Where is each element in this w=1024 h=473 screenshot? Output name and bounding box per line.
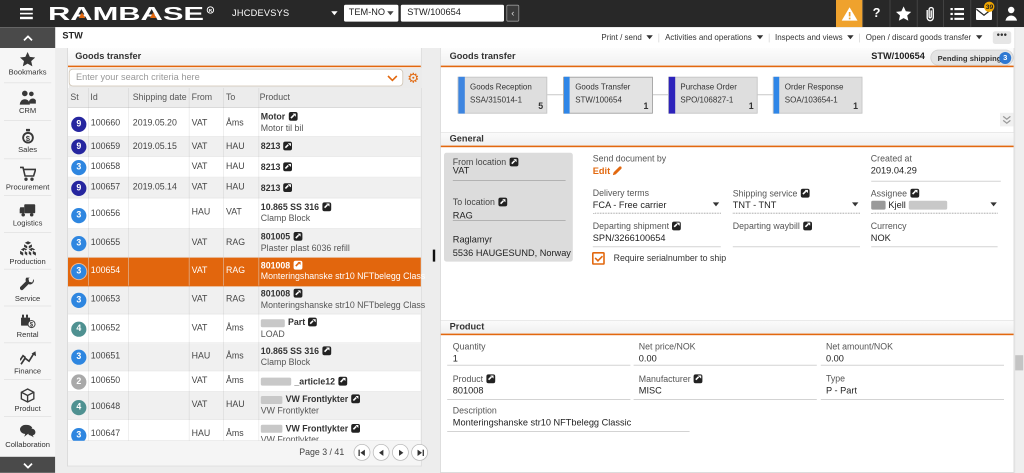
svg-text:R: R (209, 8, 213, 14)
svg-text:RAMBASE: RAMBASE (48, 5, 204, 24)
